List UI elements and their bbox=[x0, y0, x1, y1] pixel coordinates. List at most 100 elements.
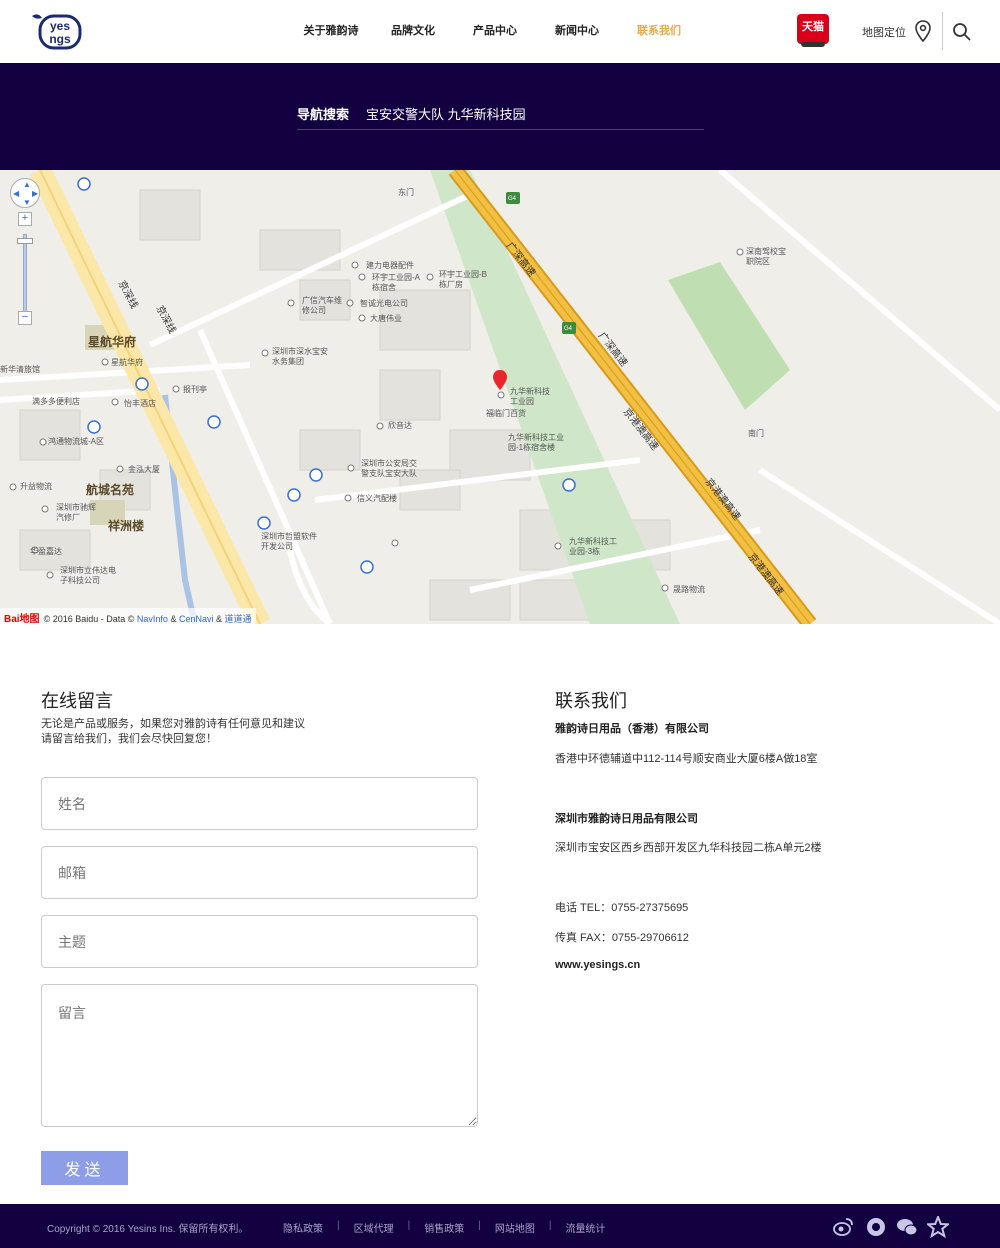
map-label: 深圳市深水宝安水务集团 bbox=[272, 347, 328, 366]
footer-separator: | bbox=[548, 1220, 552, 1231]
map-label: 金泓大厦 bbox=[128, 465, 160, 474]
map-label: 深圳市公安局交警支队宝安大队 bbox=[361, 459, 417, 478]
map-zoom-slider[interactable] bbox=[23, 234, 27, 316]
map-copyright-text: © 2016 Baidu - Data © bbox=[43, 614, 135, 624]
map-label: 新华清旅馆 bbox=[0, 365, 40, 374]
nav-search-value[interactable]: 宝安交警大队 九华新科技园 bbox=[366, 104, 526, 123]
site-footer: Copyright © 2016 Yesins Ins. 保留所有权利。 隐私政… bbox=[0, 1204, 1000, 1248]
company-sz-address: 深圳市宝安区西乡西部开发区九华科技园二栋A单元2楼 bbox=[555, 842, 822, 854]
map-label: 星航华府 bbox=[111, 358, 143, 367]
map-zoom-thumb[interactable] bbox=[17, 238, 33, 244]
map-label: 升益物流 bbox=[20, 482, 52, 491]
map-copyright-amp: & bbox=[170, 614, 177, 624]
send-button[interactable]: 发送 bbox=[41, 1151, 128, 1185]
nav-search: 导航搜索 宝安交警大队 九华新科技园 bbox=[297, 104, 704, 130]
map-copyright-amp: & bbox=[216, 614, 223, 624]
map-label: 建力电器配件 bbox=[366, 261, 414, 270]
map-label: 环宇工业园-B栋厂房 bbox=[439, 270, 487, 289]
footer-link-privacy[interactable]: 隐私政策 bbox=[283, 1220, 323, 1235]
map-label: 九华新科技工业园 bbox=[510, 387, 550, 406]
main-nav: 关于雅韵诗 品牌文化 产品中心 新闻中心 联系我们 bbox=[290, 0, 700, 63]
search-icon[interactable] bbox=[952, 22, 972, 42]
map-label: 怡丰酒店 bbox=[124, 399, 156, 408]
phone-number: 电话 TEL：0755-27375695 bbox=[555, 902, 689, 914]
nav-news[interactable]: 新闻中心 bbox=[536, 0, 618, 63]
footer-separator: | bbox=[478, 1220, 481, 1231]
map-label: 东门 bbox=[398, 188, 414, 197]
map-canvas[interactable] bbox=[0, 170, 1000, 624]
footer-separator: | bbox=[407, 1220, 411, 1231]
baidu-map[interactable] bbox=[0, 170, 1000, 624]
yesings-logo[interactable]: yes ngs bbox=[28, 10, 84, 52]
map-label: 九华新科技工业园-1栋宿舍楼 bbox=[508, 433, 564, 452]
website-link[interactable]: www.yesings.cn bbox=[555, 959, 640, 971]
message-form-title: 在线留言 bbox=[41, 691, 113, 711]
map-label: 深圳市立伟达电子科技公司 bbox=[60, 566, 116, 585]
navinfo-link[interactable]: NavInfo bbox=[137, 614, 168, 624]
map-copyright: Bai地图 © 2016 Baidu - Data © NavInfo & Cen… bbox=[0, 608, 256, 625]
footer-link-sitemap[interactable]: 网站地图 bbox=[495, 1220, 535, 1235]
highway-badge: G4 bbox=[564, 326, 573, 332]
map-pan-control[interactable]: ▲ ▼ ◀ ▶ bbox=[10, 178, 40, 208]
email-input[interactable] bbox=[41, 846, 478, 899]
message-desc-line: 无论是产品或服务，如果您对雅韵诗有任何意见和建议 bbox=[41, 718, 305, 730]
site-header: yes ngs 关于雅韵诗 品牌文化 产品中心 新闻中心 联系我们 天猫 地图定… bbox=[0, 0, 1000, 63]
nav-contact[interactable]: 联系我们 bbox=[618, 0, 700, 63]
map-zoom-out-button[interactable]: − bbox=[18, 311, 32, 325]
map-zoom-control: ▲ ▼ ◀ ▶ + − bbox=[10, 178, 40, 325]
company-hk-name: 雅韵诗日用品（香港）有限公司 bbox=[555, 723, 709, 735]
footer-copyright: Copyright © 2016 Yesins Ins. 保留所有权利。 bbox=[47, 1224, 249, 1235]
svg-text:ngs: ngs bbox=[49, 32, 71, 46]
company-hk-address: 香港中环德辅道中112-114号顺安商业大厦6楼A做18室 bbox=[555, 753, 818, 765]
favorite-star-icon[interactable] bbox=[927, 1216, 949, 1238]
map-label: 南门 bbox=[748, 429, 764, 438]
daodaotong-link[interactable]: 道道通 bbox=[225, 614, 252, 624]
qzone-icon[interactable] bbox=[865, 1216, 887, 1238]
map-label: 广信汽车维修公司 bbox=[302, 296, 342, 315]
nav-brand-culture[interactable]: 品牌文化 bbox=[372, 0, 454, 63]
map-label: 深南驾校宝职院区 bbox=[746, 247, 786, 266]
weibo-icon[interactable] bbox=[832, 1216, 854, 1238]
map-zoom-in-button[interactable]: + bbox=[18, 212, 32, 226]
map-location-link[interactable]: 地图定位 bbox=[862, 24, 906, 40]
nav-products[interactable]: 产品中心 bbox=[454, 0, 536, 63]
map-label: 深圳市哲盟软件开发公司 bbox=[261, 532, 317, 551]
message-form-description: 无论是产品或服务，如果您对雅韵诗有任何意见和建议 请留言给我们，我们会尽快回复您… bbox=[41, 717, 341, 747]
map-label: 九华新科技工业园-3栋 bbox=[569, 537, 617, 556]
map-label: 鸿通物流城-A区 bbox=[48, 437, 104, 446]
baidu-map-logo[interactable]: Bai地图 bbox=[4, 610, 40, 625]
map-label: 满多多便利店 bbox=[32, 397, 80, 406]
svg-text:yes: yes bbox=[50, 19, 70, 33]
highway-badge: G4 bbox=[508, 196, 517, 202]
footer-link-sales-policy[interactable]: 销售政策 bbox=[424, 1220, 464, 1235]
map-label: 大唐伟业 bbox=[370, 314, 402, 323]
cennavi-link[interactable]: CenNavi bbox=[179, 614, 214, 624]
company-sz-name: 深圳市雅韵诗日用品有限公司 bbox=[555, 813, 698, 825]
contact-title: 联系我们 bbox=[555, 691, 627, 711]
map-label: 信义汽配楼 bbox=[357, 494, 397, 503]
map-label: 环宇工业园-A栋宿舍 bbox=[372, 273, 420, 292]
map-label: 福临门百货 bbox=[486, 409, 526, 418]
footer-separator: | bbox=[337, 1220, 340, 1231]
map-label: 欣音达 bbox=[388, 421, 412, 430]
message-desc-line: 请留言给我们，我们会尽快回复您！ bbox=[41, 733, 217, 745]
message-textarea[interactable] bbox=[41, 984, 478, 1127]
nav-search-label: 导航搜索 bbox=[297, 107, 350, 122]
location-pin-icon[interactable] bbox=[914, 20, 932, 42]
map-label: 报刊亭 bbox=[183, 385, 207, 394]
subject-input[interactable] bbox=[41, 915, 478, 968]
map-label: 晟路物流 bbox=[673, 585, 705, 594]
map-label: 智诚光电公司 bbox=[360, 299, 408, 308]
header-divider bbox=[942, 12, 943, 50]
map-label: 祥洲楼 bbox=[108, 519, 145, 533]
map-label: 华盈嘉达 bbox=[30, 547, 62, 556]
footer-link-stats[interactable]: 流量统计 bbox=[565, 1220, 605, 1235]
footer-link-agents[interactable]: 区域代理 bbox=[354, 1220, 394, 1235]
fax-number: 传真 FAX：0755-29706612 bbox=[555, 932, 689, 944]
map-label: 航城名苑 bbox=[86, 483, 135, 497]
map-label: 星航华府 bbox=[88, 335, 137, 349]
nav-about[interactable]: 关于雅韵诗 bbox=[290, 0, 372, 63]
tmall-icon[interactable]: 天猫 bbox=[797, 14, 829, 47]
name-input[interactable] bbox=[41, 777, 478, 830]
wechat-icon[interactable] bbox=[896, 1216, 918, 1238]
